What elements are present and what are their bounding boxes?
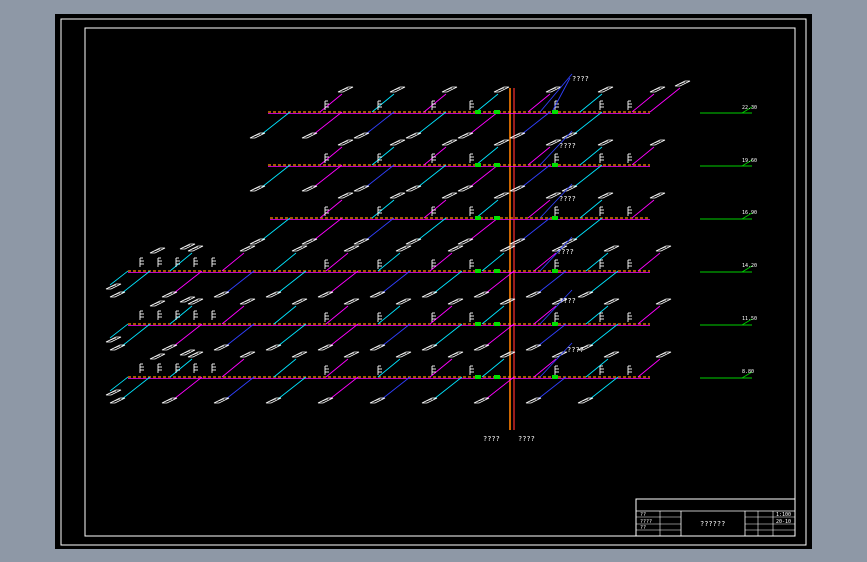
floor-2-valve-2 <box>552 163 558 167</box>
level-mark-1: 22.30 <box>742 105 757 111</box>
branch-annotation-5: ???? <box>559 297 576 305</box>
floor-5-valve-0 <box>475 322 481 326</box>
floor-3-valve-2 <box>552 216 558 220</box>
floor-4-valve-1 <box>494 269 500 273</box>
floor-5-valve-1 <box>494 322 500 326</box>
branch-annotation-6: ???? <box>567 346 584 354</box>
floor-2-valve-0 <box>475 163 481 167</box>
title-block-row-label-3: ?? <box>640 525 646 531</box>
branch-annotation-3: ???? <box>559 195 576 203</box>
title-block-row-label-1: ?? <box>640 512 646 518</box>
floor-3-valve-1 <box>494 216 500 220</box>
floor-1-valve-2 <box>552 110 558 114</box>
floor-5-valve-2 <box>552 322 558 326</box>
floor-2-valve-1 <box>494 163 500 167</box>
floor-3-valve-0 <box>475 216 481 220</box>
drawing-sheet <box>55 14 812 549</box>
floor-1-valve-1 <box>494 110 500 114</box>
floor-6-valve-1 <box>494 375 500 379</box>
level-mark-2: 19.60 <box>742 158 757 164</box>
floor-1-valve-0 <box>475 110 481 114</box>
level-mark-6: 8.80 <box>742 369 754 375</box>
level-mark-3: 16.90 <box>742 210 757 216</box>
riser-bottom-label-right: ???? <box>518 435 535 443</box>
floor-4-valve-2 <box>552 269 558 273</box>
drawing-title: ?????? <box>700 520 725 528</box>
drawing-sheet-number: 20-10 <box>776 519 791 525</box>
branch-annotation-1: ???? <box>572 75 589 83</box>
floor-6-valve-0 <box>475 375 481 379</box>
branch-annotation-2: ???? <box>559 142 576 150</box>
floor-4-valve-0 <box>475 269 481 273</box>
floor-6-valve-2 <box>552 375 558 379</box>
drawing-scale: 1:100 <box>776 512 791 518</box>
level-mark-4: 14.20 <box>742 263 757 269</box>
level-mark-5: 11.50 <box>742 316 757 322</box>
cad-drawing-viewport: ???? ???? ???? ???? ???? ???? ???? ???? … <box>55 14 812 549</box>
riser-bottom-label-left: ???? <box>483 435 500 443</box>
branch-annotation-4: ???? <box>557 248 574 256</box>
